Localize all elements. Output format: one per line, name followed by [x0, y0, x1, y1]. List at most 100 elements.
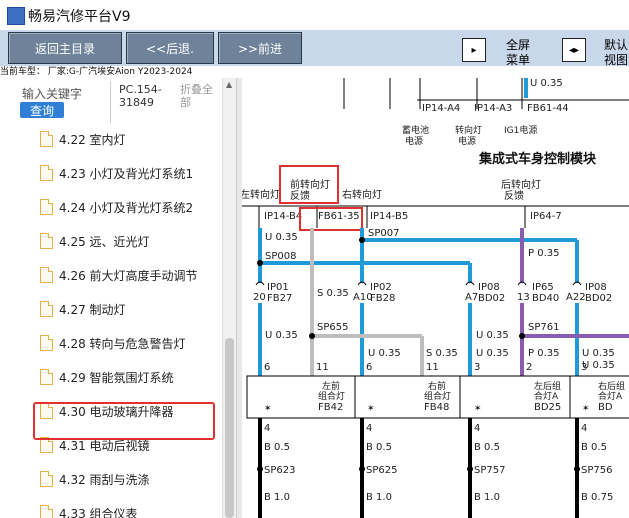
pin-number: 2 — [526, 362, 532, 373]
pin-number: A7 — [465, 292, 478, 303]
document-icon — [40, 505, 53, 518]
wire-label: P 0.35 — [528, 248, 559, 259]
tree-item[interactable]: 4.29 智能氛围灯系统 — [40, 366, 174, 388]
selection-highlight — [33, 402, 215, 440]
pin-label: IP14-B5 — [370, 211, 408, 222]
vehicle-info: 当前车型： 厂家:G-广汽埃安Aion Y2023-2024 — [0, 67, 193, 77]
tree-item[interactable]: 4.22 室内灯 — [40, 128, 126, 150]
splice-dot — [257, 466, 263, 472]
tree-item[interactable]: 4.23 小灯及背光灯系统1 — [40, 162, 193, 184]
app-icon — [7, 7, 25, 25]
tree-item[interactable]: 4.33 组合仪表 — [40, 502, 138, 518]
tree-item-label: 4.33 组合仪表 — [59, 506, 138, 518]
connector-label: IP08 — [478, 282, 500, 293]
default-label-line2: 视图 — [604, 53, 629, 67]
pin-number: 4 — [264, 423, 270, 434]
tree-item[interactable]: 4.24 小灯及背光灯系统2 — [40, 196, 193, 218]
wire-label: U 0.35 — [476, 348, 509, 359]
document-icon — [40, 233, 53, 249]
forward-button[interactable]: >>前进 — [218, 32, 302, 64]
pin-label: FB61-35 — [318, 211, 360, 222]
component-label: 左后组 — [534, 380, 561, 392]
splice-label: SP757 — [474, 465, 505, 476]
tree-item-label: 4.23 小灯及背光灯系统1 — [59, 166, 194, 181]
home-button[interactable]: 返回主目录 — [8, 32, 122, 64]
splice-label: SP623 — [264, 465, 295, 476]
lamp-icon: ✶ — [367, 404, 375, 414]
splice-dot — [309, 333, 315, 339]
connector-label: FB27 — [267, 293, 292, 304]
wire-label: U 0.35 — [265, 330, 298, 341]
connector-label: IP02 — [370, 282, 392, 293]
document-icon — [40, 131, 53, 147]
splice-label: SP008 — [265, 251, 296, 262]
splice-label: SP007 — [368, 228, 399, 239]
sidebar: 输入关键字 查询 PC.154-31849 折叠全部 4.22 室内灯 4.23… — [0, 78, 236, 518]
component-label: 组合灯 — [318, 390, 345, 402]
splice-dot — [519, 333, 525, 339]
signal-label: 左转向灯 — [242, 188, 280, 201]
pin-number: 4 — [581, 423, 587, 434]
scroll-up-icon[interactable]: ▲ — [226, 80, 232, 89]
document-icon — [40, 301, 53, 317]
wire-label: P 0.35 — [528, 348, 559, 359]
tree-item-label: 4.25 远、近光灯 — [59, 234, 150, 249]
signal-label: IG1电源 — [504, 124, 537, 136]
component-label: FB42 — [318, 402, 343, 413]
component-label: 合灯A — [534, 390, 559, 402]
collapse-all-link[interactable]: 折叠全部 — [180, 83, 216, 109]
wire-label: S 0.35 — [426, 348, 458, 359]
keyword-input[interactable]: 输入关键字 — [22, 85, 82, 102]
pin-number: 11 — [426, 362, 439, 373]
connector-label: IP08 — [585, 282, 607, 293]
splice-dot — [359, 466, 365, 472]
connector-label: BD02 — [478, 293, 505, 304]
connector-label: BD40 — [532, 293, 559, 304]
splice-dot — [257, 260, 263, 266]
scroll-thumb[interactable] — [225, 338, 234, 518]
splice-label: SP655 — [317, 322, 348, 333]
search-panel: 输入关键字 查询 PC.154-31849 折叠全部 — [0, 78, 220, 126]
tree-item-label: 4.29 智能氛围灯系统 — [59, 370, 174, 385]
wire-label: B 0.5 — [264, 442, 290, 453]
tree-item[interactable]: 4.27 制动灯 — [40, 298, 126, 320]
tree-item[interactable]: 4.32 雨刮与洗涤 — [40, 468, 150, 490]
fullscreen-label-line2: 菜单 — [506, 53, 531, 67]
connector-label: IP65 — [532, 282, 554, 293]
sidebar-scrollbar[interactable]: ▲ — [222, 78, 237, 518]
tree-item-label: 4.27 制动灯 — [59, 302, 126, 317]
default-view-icon[interactable]: ◂▸ — [562, 38, 586, 62]
wire-label: B 1.0 — [366, 492, 392, 503]
pin-label: IP64-7 — [530, 211, 562, 222]
tree-item[interactable]: 4.25 远、近光灯 — [40, 230, 150, 252]
component-label: 左前 — [322, 380, 340, 392]
lamp-icon: ✶ — [474, 404, 482, 414]
wiring-diagram: U 0.35 IP14-A4 IP14-A3 FB61-44 蓄电池 电源 转向… — [242, 78, 629, 518]
connector-label: FB28 — [370, 293, 395, 304]
component-label: 组合灯 — [424, 390, 451, 402]
fullscreen-icon[interactable]: ▸ — [462, 38, 486, 62]
back-button[interactable]: <<后退. — [126, 32, 214, 64]
tree-item-selected[interactable]: 4.28 转向与危急警告灯 — [40, 332, 186, 354]
pin-label: IP14-B4 — [264, 211, 302, 222]
query-button[interactable]: 查询 — [20, 102, 64, 118]
tree-item-label: 4.28 转向与危急警告灯 — [59, 336, 186, 351]
connector-label: IP14-A4 — [422, 103, 460, 114]
fullscreen-menu-label[interactable]: 全屏 菜单 — [506, 38, 530, 68]
default-label-line1: 默认 — [604, 38, 629, 52]
default-view-label[interactable]: 默认 视图 — [604, 38, 628, 68]
connector-label: IP01 — [267, 282, 289, 293]
wire-label: B 0.5 — [474, 442, 500, 453]
wire-label: U 0.35 — [265, 232, 298, 243]
component-label: BD — [598, 402, 613, 413]
component-label: BD25 — [534, 402, 561, 413]
wire-label: U 0.35 — [530, 78, 563, 89]
document-icon — [40, 267, 53, 283]
connector-label: FB61-44 — [527, 103, 569, 114]
pin-number: 11 — [316, 362, 329, 373]
signal-label: 蓄电池 — [402, 124, 429, 136]
pin-number: 20 — [253, 292, 266, 303]
tree-item-label: 4.24 小灯及背光灯系统2 — [59, 200, 194, 215]
tree-item[interactable]: 4.26 前大灯高度手动调节 — [40, 264, 198, 286]
module-title: 集成式车身控制模块 — [478, 151, 597, 167]
